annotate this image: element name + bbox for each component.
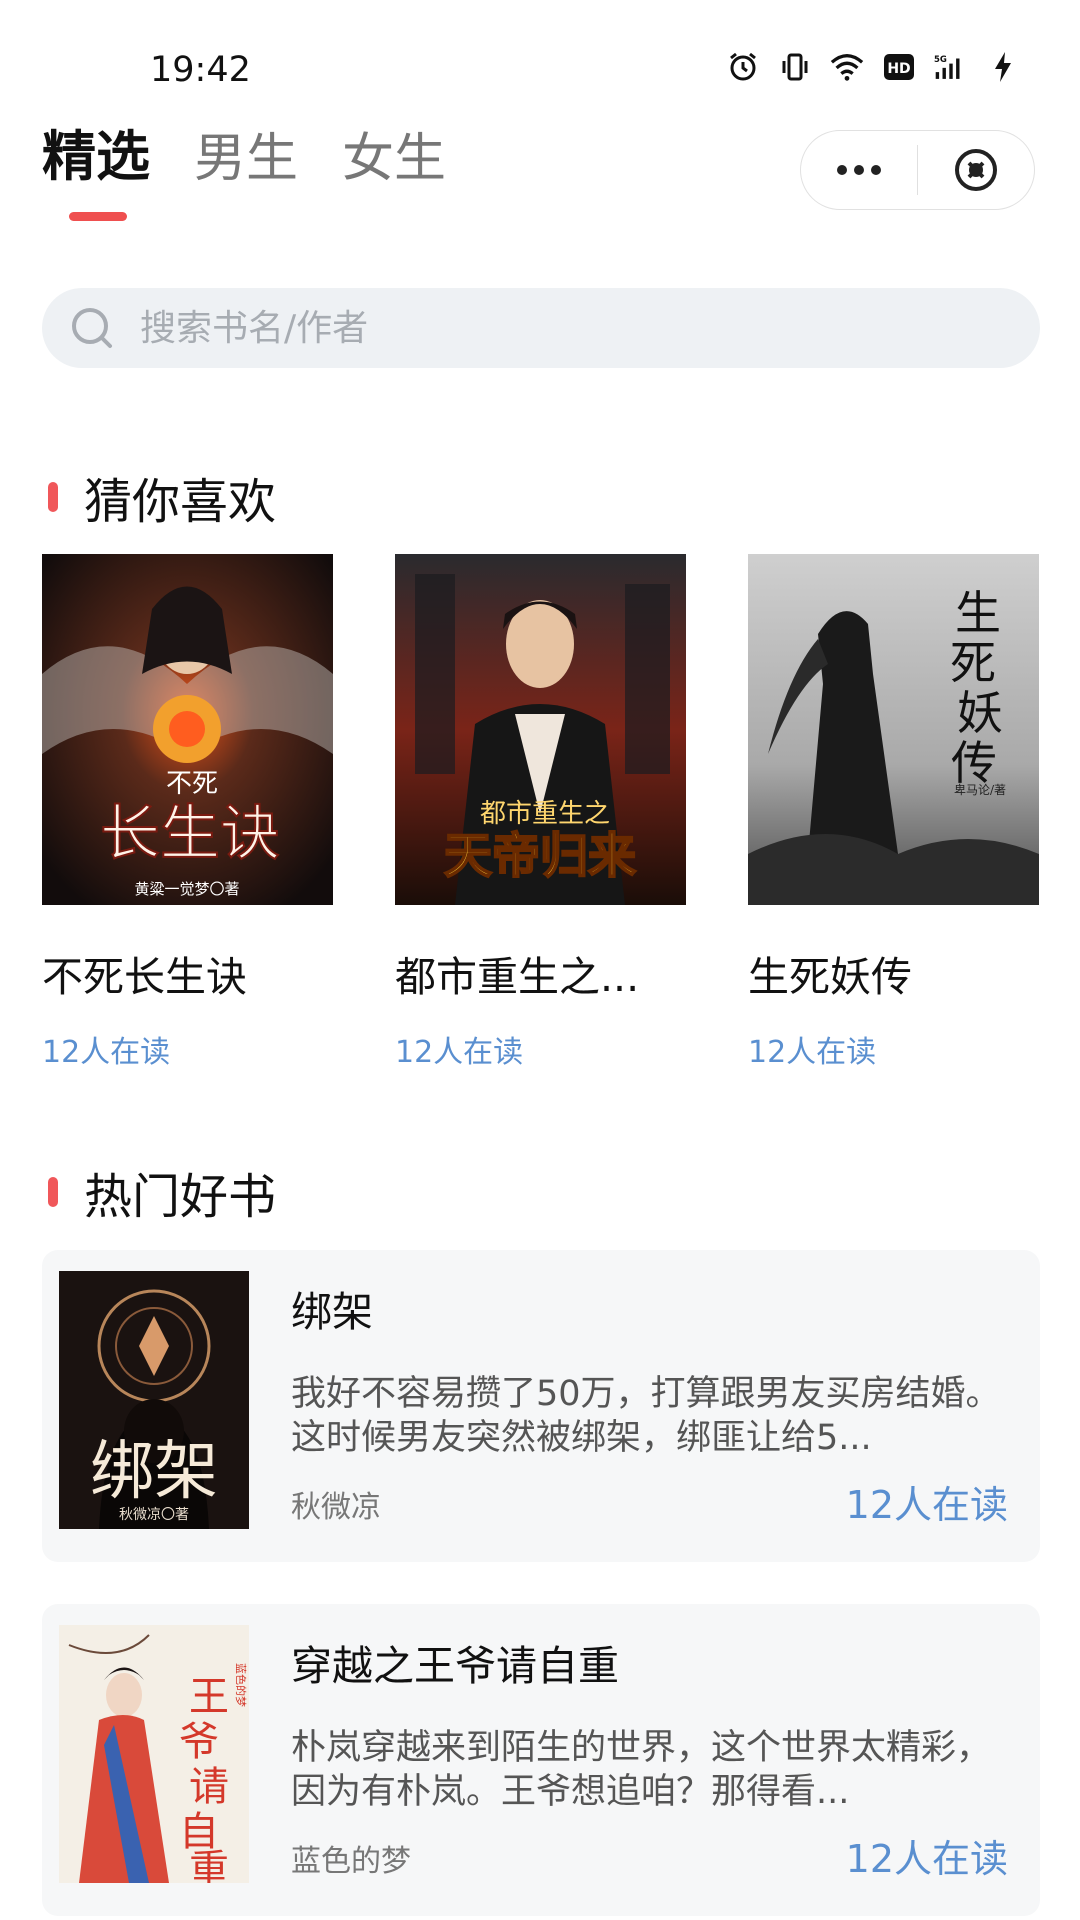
section-marker <box>48 482 58 512</box>
tab-male-label: 男生 <box>194 129 299 189</box>
hot-book-card[interactable]: 绑架 秋微凉〇著 绑架 我好不容易攒了50万，打算跟男友买房结婚。这时候男友突然… <box>42 1250 1040 1562</box>
svg-text:请: 请 <box>189 1764 229 1810</box>
book-description: 我好不容易攒了50万，打算跟男友买房结婚。这时候男友突然被绑架，绑匪让给5... <box>291 1374 1001 1458</box>
alarm-icon <box>726 50 760 84</box>
book-readers: 12人在读 <box>748 1035 877 1070</box>
tab-featured[interactable]: 精选 <box>42 112 150 221</box>
cover-title-vertical: 生 死 妖 传 <box>950 586 1003 790</box>
charging-icon <box>986 50 1020 84</box>
book-cover: 不死 长生诀 黄粱一觉梦〇著 <box>42 554 333 905</box>
svg-text:5G: 5G <box>934 55 947 65</box>
hot-book-card[interactable]: 王 爷 请 自 重 蓝色的梦 穿越之王爷请自重 朴岚穿越来到陌生的世界，这个世界… <box>42 1604 1040 1916</box>
status-time: 19:42 <box>150 50 251 90</box>
tab-female[interactable]: 女生 <box>342 116 446 221</box>
book-author: 蓝色的梦 <box>291 1844 411 1879</box>
cover-author: 蓝色的梦 <box>234 1663 248 1707</box>
svg-text:传: 传 <box>951 736 997 790</box>
book-title: 穿越之王爷请自重 <box>291 1642 619 1690</box>
recommend-book-card[interactable]: 不死 长生诀 黄粱一觉梦〇著 不死长生诀 12人在读 <box>42 554 333 1071</box>
recommend-book-card[interactable]: 生 死 妖 传 卑马论/著 生死妖传 12人在读 <box>748 554 1039 1071</box>
tab-active-indicator <box>69 212 127 221</box>
recommend-grid: 不死 长生诀 黄粱一觉梦〇著 不死长生诀 12人在读 都市重生之 天帝归来 都市… <box>42 554 1039 1071</box>
svg-text:HD: HD <box>887 61 910 77</box>
signal-5g-icon: 5G <box>934 50 968 84</box>
book-readers: 12人在读 <box>845 1837 1008 1881</box>
book-readers: 12人在读 <box>42 1035 171 1070</box>
book-cover: 都市重生之 天帝归来 <box>395 554 686 905</box>
book-cover: 绑架 秋微凉〇著 <box>59 1271 249 1529</box>
status-bar: 19:42 HD 5G <box>0 0 1080 110</box>
close-icon <box>954 149 997 191</box>
mini-program-capsule <box>800 130 1035 210</box>
cover-badge: 都市重生之 <box>480 799 610 829</box>
recommend-book-card[interactable]: 都市重生之 天帝归来 都市重生之... 12人在读 <box>395 554 686 1071</box>
more-button[interactable] <box>801 130 917 210</box>
svg-text:重: 重 <box>189 1847 229 1883</box>
more-icon <box>837 165 881 175</box>
search-input[interactable] <box>140 307 1000 349</box>
search-icon <box>72 308 112 348</box>
book-cover: 生 死 妖 传 卑马论/著 <box>748 554 1039 905</box>
section-recommend-header: 猜你喜欢 <box>48 462 276 532</box>
cover-author: 秋微凉〇著 <box>119 1507 189 1523</box>
svg-text:爷: 爷 <box>179 1719 219 1765</box>
status-icons: HD 5G <box>726 50 1020 84</box>
top-tabs: 精选 男生 女生 <box>42 112 490 221</box>
book-readers: 12人在读 <box>395 1035 524 1070</box>
cover-title: 长生诀 <box>100 799 280 869</box>
cover-title: 天帝归来 <box>444 828 636 884</box>
tab-male[interactable]: 男生 <box>194 116 298 221</box>
svg-text:死: 死 <box>950 636 996 690</box>
section-hot-header: 热门好书 <box>48 1157 276 1227</box>
book-cover: 王 爷 请 自 重 蓝色的梦 <box>59 1625 249 1883</box>
section-hot-title: 热门好书 <box>84 1169 277 1225</box>
cover-author: 黄粱一觉梦〇著 <box>134 880 239 898</box>
book-title: 不死长生诀 <box>42 953 247 1001</box>
wifi-icon <box>830 50 864 84</box>
svg-text:王: 王 <box>189 1674 229 1720</box>
hd-icon: HD <box>882 50 916 84</box>
book-author: 秋微凉 <box>291 1490 381 1525</box>
book-title: 都市重生之... <box>395 953 640 1001</box>
book-title: 绑架 <box>291 1288 373 1336</box>
tab-female-label: 女生 <box>342 129 447 189</box>
cover-author: 卑马论/著 <box>954 782 1006 797</box>
vibrate-icon <box>778 50 812 84</box>
close-button[interactable] <box>918 130 1034 210</box>
section-recommend-title: 猜你喜欢 <box>84 474 277 530</box>
cover-badge: 不死 <box>166 769 218 799</box>
search-bar[interactable] <box>42 288 1040 368</box>
book-description: 朴岚穿越来到陌生的世界，这个世界太精彩，因为有朴岚。王爷想追咱？那得看... <box>291 1728 992 1812</box>
book-title: 生死妖传 <box>748 953 912 1001</box>
cover-title: 绑架 <box>90 1435 218 1509</box>
svg-text:妖: 妖 <box>957 686 1003 740</box>
book-readers: 12人在读 <box>845 1483 1008 1527</box>
tab-featured-label: 精选 <box>42 125 150 188</box>
section-marker <box>48 1177 58 1207</box>
svg-text:生: 生 <box>955 586 1001 640</box>
